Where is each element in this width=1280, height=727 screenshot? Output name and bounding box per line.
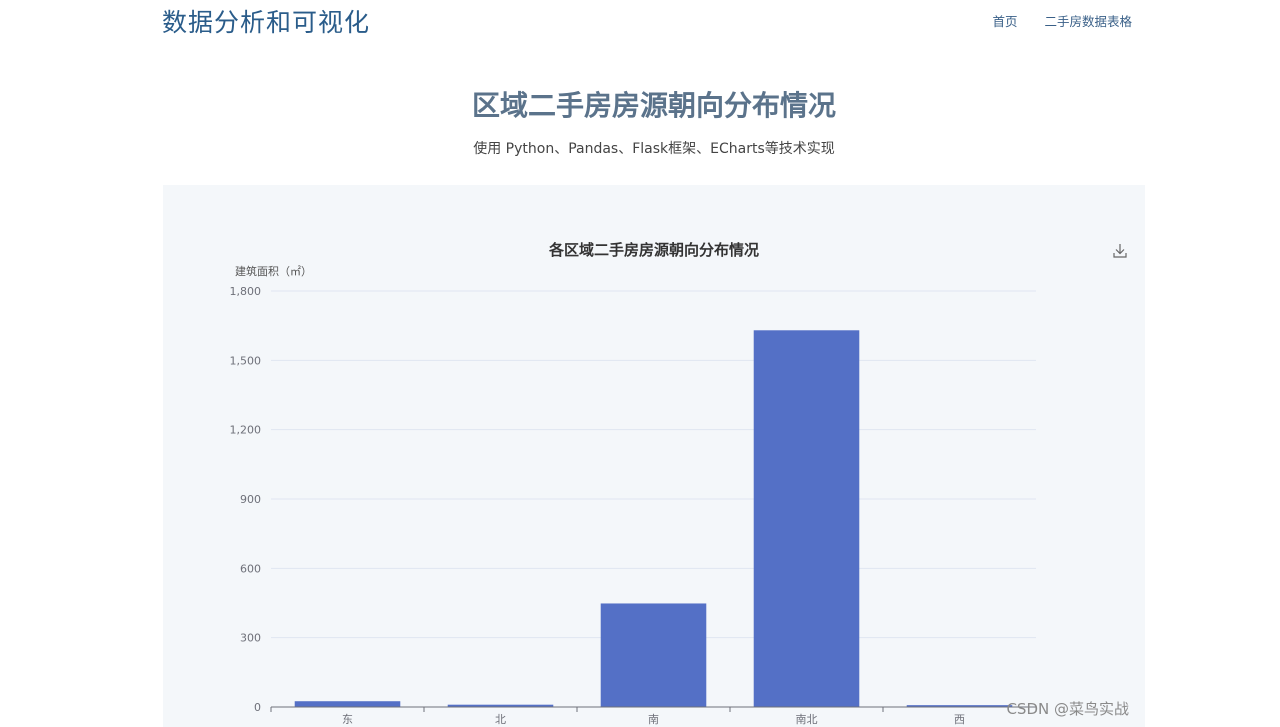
y-axis-ticks: 0 300 600 900 1,200 1,500 1,800 xyxy=(230,285,262,714)
navbar: 数据分析和可视化 首页 二手房数据表格 xyxy=(162,0,1132,40)
x-tick-label: 东 xyxy=(342,713,353,726)
y-tick-label: 0 xyxy=(254,701,261,714)
chart-panel: 各区域二手房房源朝向分布情况 建筑面积（㎡） 0 300 600 900 1,200 1,… xyxy=(163,185,1145,727)
y-tick-label: 1,800 xyxy=(230,285,262,298)
y-tick-label: 900 xyxy=(240,493,261,506)
nav-link-home[interactable]: 首页 xyxy=(992,11,1017,30)
x-tick-label: 南北 xyxy=(796,713,818,726)
watermark: CSDN @菜鸟实战 xyxy=(1006,700,1129,718)
page-subtitle: 使用 Python、Pandas、Flask框架、ECharts等技术实现 xyxy=(473,141,835,157)
bar-南[interactable] xyxy=(600,603,707,707)
chart-title: 各区域二手房房源朝向分布情况 xyxy=(548,241,759,259)
x-tick-label: 西 xyxy=(954,713,965,726)
download-icon[interactable] xyxy=(1109,239,1131,261)
nav-links: 首页 二手房数据表格 xyxy=(992,11,1132,30)
y-tick-label: 600 xyxy=(240,562,261,575)
bar-南北[interactable] xyxy=(753,330,860,707)
x-tick-label: 北 xyxy=(495,713,506,726)
y-tick-label: 1,200 xyxy=(230,424,262,437)
y-axis-title: 建筑面积（㎡） xyxy=(235,264,312,278)
brand-title[interactable]: 数据分析和可视化 xyxy=(162,3,370,39)
x-axis-labels: 东 北 南 南北 西 xyxy=(342,713,965,726)
x-axis xyxy=(270,706,1037,712)
bar-chart: 各区域二手房房源朝向分布情况 建筑面积（㎡） 0 300 600 900 1,200 1,… xyxy=(230,239,1131,726)
bar-东[interactable] xyxy=(294,701,401,707)
x-tick-label: 南 xyxy=(648,713,659,726)
y-tick-label: 1,500 xyxy=(230,354,262,367)
grid-lines xyxy=(271,290,1036,639)
nav-link-data-table[interactable]: 二手房数据表格 xyxy=(1044,11,1132,30)
y-tick-label: 300 xyxy=(240,632,261,645)
page-title: 区域二手房房源朝向分布情况 xyxy=(471,89,836,122)
bars xyxy=(294,330,1013,707)
